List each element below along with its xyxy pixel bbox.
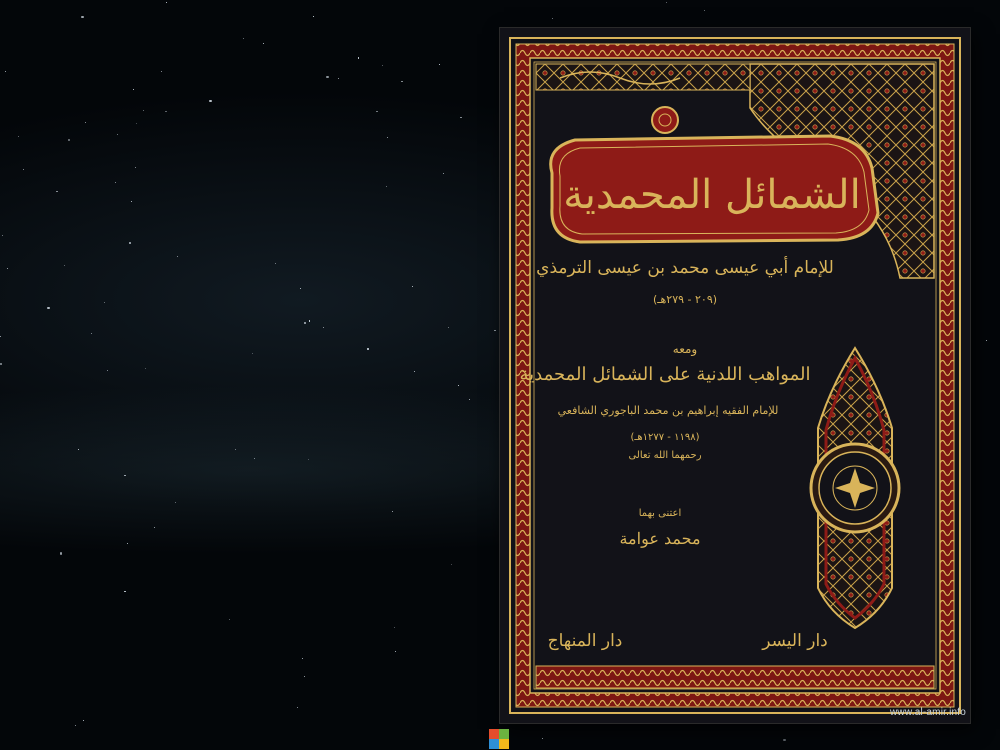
star — [391, 510, 393, 513]
star — [83, 719, 84, 721]
star — [302, 657, 303, 659]
book-cover-art: الشمائل المحمدية للإمام أبي عيسى محمد بن… — [509, 37, 961, 714]
star — [985, 339, 987, 342]
star — [457, 384, 459, 386]
star — [228, 618, 230, 620]
book-cover-image: الشمائل المحمدية للإمام أبي عيسى محمد بن… — [500, 28, 970, 723]
star — [460, 116, 462, 118]
star — [439, 64, 440, 65]
commentator: للإمام الفقيه إبراهيم بن محمد الباجوري ا… — [558, 404, 779, 417]
star — [783, 738, 786, 741]
star — [1, 235, 3, 237]
star — [357, 57, 359, 59]
watermark: www.al-amir.info — [890, 707, 966, 718]
star — [135, 122, 137, 124]
star — [153, 526, 155, 528]
star — [135, 166, 137, 168]
book-title: الشمائل المحمدية — [563, 172, 860, 218]
star — [165, 110, 167, 112]
star — [209, 99, 212, 103]
star — [104, 301, 106, 303]
star — [81, 15, 84, 18]
book-author: للإمام أبي عيسى محمد بن عيسى الترمذي — [536, 256, 834, 278]
author-dates: (٢٠٩ - ٢٧٩هـ) — [653, 293, 717, 306]
star — [114, 181, 116, 183]
star — [326, 75, 329, 79]
star — [469, 399, 470, 400]
star — [126, 542, 128, 544]
editor-name: محمد عوامة — [619, 529, 700, 548]
star — [84, 121, 86, 123]
star — [665, 2, 667, 3]
commentator-dates: (١١٩٨ - ١٢٧٧هـ) — [631, 432, 700, 443]
star — [703, 10, 705, 11]
with-label: ومعه — [673, 342, 697, 357]
star — [144, 368, 146, 369]
star — [551, 17, 553, 19]
star — [376, 110, 378, 112]
star — [303, 676, 305, 678]
windows-logo-icon[interactable] — [489, 729, 509, 749]
publisher-right: دار اليسر — [761, 631, 828, 651]
star — [274, 262, 276, 264]
publisher-left: دار المنهاج — [548, 631, 623, 651]
star — [6, 268, 8, 269]
star — [129, 242, 131, 244]
star — [91, 333, 92, 335]
book-subtitle: المواهب اللدنية على الشمائل المحمدية — [519, 364, 810, 385]
star — [124, 590, 126, 593]
star — [413, 370, 415, 372]
editor-label: اعتنى بهما — [639, 508, 682, 519]
star — [382, 64, 384, 66]
star — [160, 70, 162, 72]
mercy-phrase: رحمهما الله تعالى — [628, 450, 701, 461]
star — [78, 449, 79, 451]
star — [412, 285, 413, 287]
star — [124, 474, 126, 476]
star — [323, 326, 325, 328]
star — [242, 37, 244, 40]
star — [106, 369, 108, 371]
